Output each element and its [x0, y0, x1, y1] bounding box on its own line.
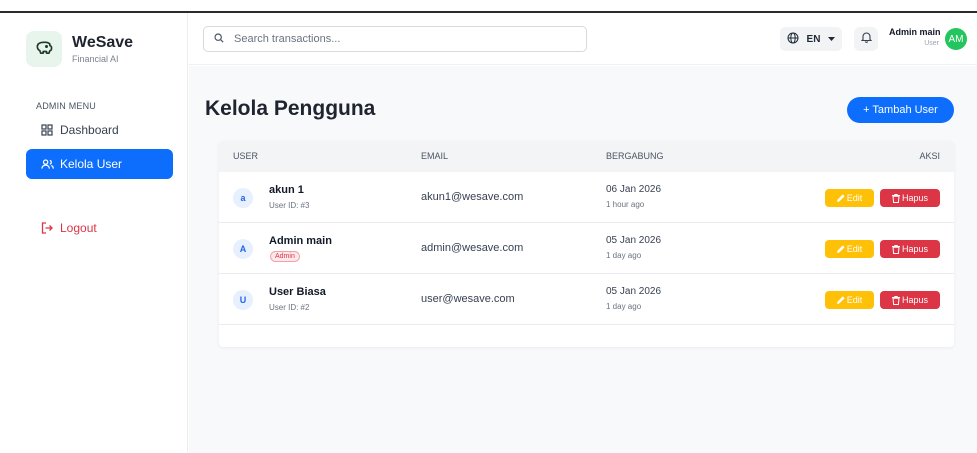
column-header-email: EMAIL	[421, 151, 449, 161]
user-avatar: U	[233, 290, 253, 310]
column-header-user: USER	[233, 151, 259, 161]
page-title: Kelola Pengguna	[205, 97, 376, 120]
delete-label: Hapus	[901, 295, 928, 305]
joined-date: 05 Jan 2026	[606, 286, 662, 297]
user-email: admin@wesave.com	[421, 242, 524, 254]
caret-down-icon	[828, 34, 836, 45]
joined-relative: 1 day ago	[606, 251, 642, 260]
notification-button[interactable]	[854, 27, 878, 51]
user-name: Admin main	[889, 27, 941, 37]
trash-icon	[891, 295, 900, 305]
trash-icon	[891, 193, 900, 203]
brand-name: WeSave	[72, 34, 134, 51]
edit-label: Edit	[846, 295, 863, 305]
language-code: EN	[806, 33, 821, 45]
sidebar-item-label: Dashboard	[60, 123, 119, 137]
pencil-icon	[836, 245, 845, 253]
joined-date: 05 Jan 2026	[606, 235, 662, 246]
table-row: a akun 1 User ID: #3 akun1@wesave.com 06…	[219, 172, 954, 223]
logout-button[interactable]: Logout	[26, 213, 173, 243]
pencil-icon	[836, 296, 845, 304]
edit-button[interactable]: Edit	[825, 240, 874, 258]
user-id: User ID: #3	[269, 201, 310, 210]
column-header-joined: BERGABUNG	[606, 151, 664, 161]
user-role: User	[924, 40, 939, 47]
sidebar-item-label: Kelola User	[60, 157, 123, 171]
edit-button[interactable]: Edit	[825, 189, 874, 207]
logout-label: Logout	[60, 221, 97, 235]
admin-menu-header: ADMIN MENU	[36, 101, 96, 111]
search-icon	[214, 30, 224, 48]
delete-label: Hapus	[901, 193, 928, 203]
user-name: akun 1	[269, 184, 304, 196]
piggy-bank-icon	[26, 31, 62, 67]
edit-button[interactable]: Edit	[825, 291, 874, 309]
bell-icon	[860, 30, 872, 48]
user-avatar: a	[233, 188, 253, 208]
table-row: U User Biasa User ID: #2 user@wesave.com…	[219, 274, 954, 325]
joined-relative: 1 day ago	[606, 302, 642, 311]
pencil-icon	[836, 194, 845, 202]
dashboard-grid-icon	[40, 123, 54, 137]
add-user-button[interactable]: + Tambah User	[847, 97, 954, 123]
search-box[interactable]	[203, 26, 587, 52]
search-input[interactable]	[234, 33, 554, 45]
users-table: USER EMAIL BERGABUNG AKSI a akun 1 User …	[219, 141, 954, 347]
delete-button[interactable]: Hapus	[880, 189, 940, 207]
delete-label: Hapus	[901, 244, 928, 254]
topbar: EN Admin main User AM	[189, 13, 977, 65]
table-header: USER EMAIL BERGABUNG AKSI	[219, 141, 954, 172]
user-name: Admin main	[269, 235, 332, 247]
globe-icon	[787, 32, 799, 47]
delete-button[interactable]: Hapus	[880, 291, 940, 309]
sidebar-item-dashboard[interactable]: Dashboard	[26, 115, 173, 145]
admin-badge: Admin	[270, 251, 300, 262]
sidebar-item-kelola-user[interactable]: Kelola User	[26, 149, 173, 179]
brand-subtitle: Financial AI	[72, 54, 119, 64]
logout-icon	[40, 221, 54, 235]
delete-button[interactable]: Hapus	[880, 240, 940, 258]
column-header-actions: AKSI	[919, 151, 940, 161]
user-name: User Biasa	[269, 286, 326, 298]
sidebar: WeSave Financial AI ADMIN MENU Dashboard…	[0, 13, 188, 453]
trash-icon	[891, 244, 900, 254]
edit-label: Edit	[846, 193, 863, 203]
table-row: A Admin main Admin admin@wesave.com 05 J…	[219, 223, 954, 274]
user-email: akun1@wesave.com	[421, 191, 524, 203]
avatar[interactable]: AM	[945, 28, 967, 50]
language-selector[interactable]: EN	[780, 27, 842, 51]
user-email: user@wesave.com	[421, 293, 515, 305]
joined-date: 06 Jan 2026	[606, 184, 662, 195]
joined-relative: 1 hour ago	[606, 200, 645, 209]
user-id: User ID: #2	[269, 303, 310, 312]
user-info[interactable]: Admin main User	[889, 27, 941, 47]
main-content: Kelola Pengguna + Tambah User USER EMAIL…	[189, 66, 977, 453]
brand[interactable]: WeSave Financial AI	[26, 31, 133, 67]
users-icon	[40, 157, 54, 171]
user-avatar: A	[233, 239, 253, 259]
edit-label: Edit	[846, 244, 863, 254]
